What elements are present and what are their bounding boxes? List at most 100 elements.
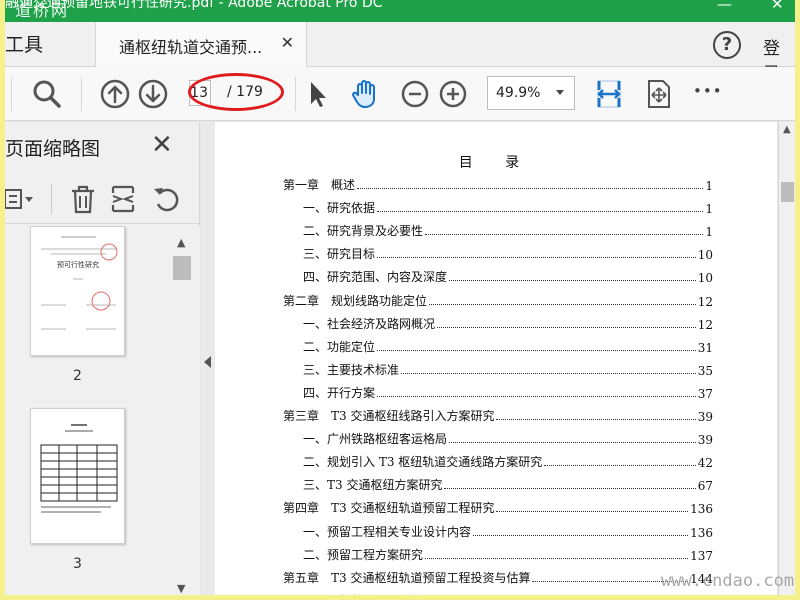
toc-entry-text: 第三章 T3 交通枢纽线路引入方案研究 <box>283 409 495 423</box>
next-page-icon[interactable] <box>137 78 169 110</box>
toc-entry-text: 第四章 T3 交通枢纽轨道预留工程研究 <box>283 501 495 516</box>
toc-page-number: 1 <box>705 179 713 193</box>
toc-section-entry[interactable]: 二、预留工程方案研究 137 <box>303 545 713 563</box>
toc-entry-text: 一、编制范围和单元划分 <box>303 592 435 595</box>
toc-title: 目 录 <box>458 155 534 171</box>
thumbnail-preview <box>40 424 118 513</box>
panel-toolbar <box>5 174 200 224</box>
toc-chapter-entry[interactable]: 第一章 概述 1 <box>283 175 713 193</box>
toc-section-entry[interactable]: 三、T3 交通枢纽方案研究 67 <box>303 475 713 493</box>
tab-close-icon[interactable]: ✕ <box>281 33 294 52</box>
toc-entry-text: 二、预留工程方案研究 <box>303 547 424 562</box>
toc-entry-text: 二、规划引入 T3 枢纽轨道交通线路方案研究 <box>303 455 543 470</box>
toolbar-divider <box>81 77 82 111</box>
toc-leader-dots <box>377 257 696 259</box>
toc-section-entry[interactable]: 一、社会经济及路网概况 12 <box>303 314 713 332</box>
trash-icon[interactable] <box>69 184 97 214</box>
select-cursor-icon[interactable] <box>303 78 335 110</box>
toc-section-entry[interactable]: 二、功能定位 31 <box>303 337 713 355</box>
title-bar: 融通交通预留地铁可行性研究.pdf - Adobe Acrobat Pro DC… <box>5 0 795 22</box>
scrollbar-thumb[interactable] <box>173 256 191 280</box>
toc-section-entry[interactable]: 一、研究依据 1 <box>303 198 713 216</box>
fit-width-icon[interactable] <box>593 78 625 110</box>
toc-section-entry[interactable]: 四、研究范围、内容及深度 10 <box>303 267 713 285</box>
toc-leader-dots <box>401 372 696 374</box>
toc-entry-text: 一、预留工程相关专业设计内容 <box>303 524 472 539</box>
pdf-page: 目 录 第一章 概述 1 一、研究依据 1 二、研究背景及必要性 1 三、研究目标 10 四、研… <box>215 122 777 595</box>
watermark-logo: 道桥网 <box>15 1 70 20</box>
thumbnail-panel: 页面缩略图 ✕ 预可行性研究 2 3 ▲ ▼ <box>5 122 200 595</box>
toc-entry-text: 三、研究目标 <box>303 247 376 262</box>
toc-page-number: 35 <box>697 363 713 378</box>
toc-section-entry[interactable]: 二、研究背景及必要性 1 <box>303 221 713 239</box>
search-icon[interactable] <box>31 78 63 110</box>
toc-page-number: 12 <box>697 317 713 332</box>
help-icon[interactable]: ? <box>713 31 741 59</box>
toc-page-number: 136 <box>690 502 713 517</box>
toc-section-entry[interactable]: 一、预留工程相关专业设计内容 136 <box>303 522 713 540</box>
toc-leader-dots <box>357 188 704 189</box>
page-thumbnail-3[interactable] <box>30 408 125 544</box>
toc-leader-dots <box>437 326 696 328</box>
panel-title: 页面缩略图 <box>5 138 101 160</box>
toc-leader-dots <box>429 303 696 305</box>
toc-entry-text: 四、开行方案 <box>303 385 376 400</box>
scroll-up-icon[interactable]: ▲ <box>783 124 791 135</box>
toolbar: 13 / 179 49.9% ••• <box>5 67 795 121</box>
page-thumbnail-2[interactable]: 预可行性研究 <box>30 226 125 356</box>
toc-page-number: 10 <box>697 248 713 263</box>
toc-page-number: 1 <box>705 225 713 240</box>
toc-leader-dots <box>377 349 696 351</box>
zoom-in-icon[interactable] <box>437 78 469 110</box>
tab-document[interactable]: 通枢纽轨道交通预... ✕ <box>95 22 307 67</box>
scrollbar-thumb[interactable] <box>781 182 794 202</box>
toc-page-number: 39 <box>697 433 713 448</box>
tab-tools[interactable]: 工具 <box>5 30 43 57</box>
hand-tool-icon[interactable] <box>349 78 381 110</box>
more-icon[interactable]: ••• <box>693 82 723 100</box>
thumbnail-title: 预可行性研究 <box>57 260 99 269</box>
toc-chapter-entry[interactable]: 第五章 T3 交通枢纽轨道预留工程投资与估算 144 <box>283 568 713 586</box>
prev-page-icon[interactable] <box>99 78 131 110</box>
zoom-select[interactable]: 49.9% <box>487 76 575 110</box>
watermark-url: www.cndao.com <box>661 571 795 591</box>
toolbar-divider <box>295 77 296 111</box>
document-scrollbar[interactable]: ▲ <box>778 122 795 595</box>
toc-leader-dots <box>425 557 689 559</box>
toc-section-entry[interactable]: 一、广州铁路枢纽客运格局 39 <box>303 429 713 447</box>
zoom-out-icon[interactable] <box>399 78 431 110</box>
scroll-up-icon[interactable]: ▲ <box>177 236 185 249</box>
toc-entry-text: 四、研究范围、内容及深度 <box>303 270 448 285</box>
full-page-icon[interactable] <box>643 78 675 110</box>
toc-page-number: 39 <box>697 410 713 424</box>
scroll-down-icon[interactable]: ▼ <box>177 582 185 595</box>
toc-entry-text: 一、社会经济及路网概况 <box>303 316 436 331</box>
extract-pages-icon[interactable] <box>109 184 137 214</box>
panel-splitter[interactable] <box>201 122 215 595</box>
toc-section-entry[interactable]: 二、规划引入 T3 枢纽轨道交通线路方案研究 42 <box>303 452 713 470</box>
toc-entry-text: 三、主要技术标准 <box>303 362 400 377</box>
thumbnail-preview: 预可行性研究 <box>41 236 118 330</box>
toc-chapter-entry[interactable]: 第二章 规划线路功能定位 12 <box>283 291 713 309</box>
toc-entry-text: 一、研究依据 <box>303 201 376 216</box>
toc-section-entry[interactable]: 三、主要技术标准 35 <box>303 360 713 378</box>
document-viewer[interactable]: 目 录 第一章 概述 1 一、研究依据 1 二、研究背景及必要性 1 三、研究目标 10 四、研… <box>215 122 777 595</box>
toc-page-number: 42 <box>697 456 713 471</box>
toc-section-entry[interactable]: 三、研究目标 10 <box>303 244 713 262</box>
window-close-button[interactable]: ✕ <box>771 0 784 12</box>
thumbnail-scrollbar[interactable]: ▲ ▼ <box>173 232 191 595</box>
toc-leader-dots <box>496 419 696 420</box>
tab-document-label: 通枢纽轨道交通预... <box>119 38 263 57</box>
toc-leader-dots <box>449 442 696 444</box>
toc-chapter-entry[interactable]: 第三章 T3 交通枢纽线路引入方案研究 39 <box>283 406 713 424</box>
toc-section-entry[interactable]: 四、开行方案 37 <box>303 383 713 401</box>
rotate-icon[interactable] <box>151 184 181 214</box>
thumbnail-list: 预可行性研究 2 3 <box>5 226 200 595</box>
minimize-button[interactable]: — <box>717 0 732 12</box>
toc-leader-dots <box>377 395 696 397</box>
toc-chapter-entry[interactable]: 第四章 T3 交通枢纽轨道预留工程研究 136 <box>283 498 713 516</box>
panel-close-icon[interactable]: ✕ <box>151 132 173 158</box>
toc-section-entry[interactable]: 一、编制范围和单元划分 144 <box>303 591 713 595</box>
collapse-panel-icon[interactable] <box>204 356 211 368</box>
options-menu-icon[interactable] <box>5 186 35 212</box>
